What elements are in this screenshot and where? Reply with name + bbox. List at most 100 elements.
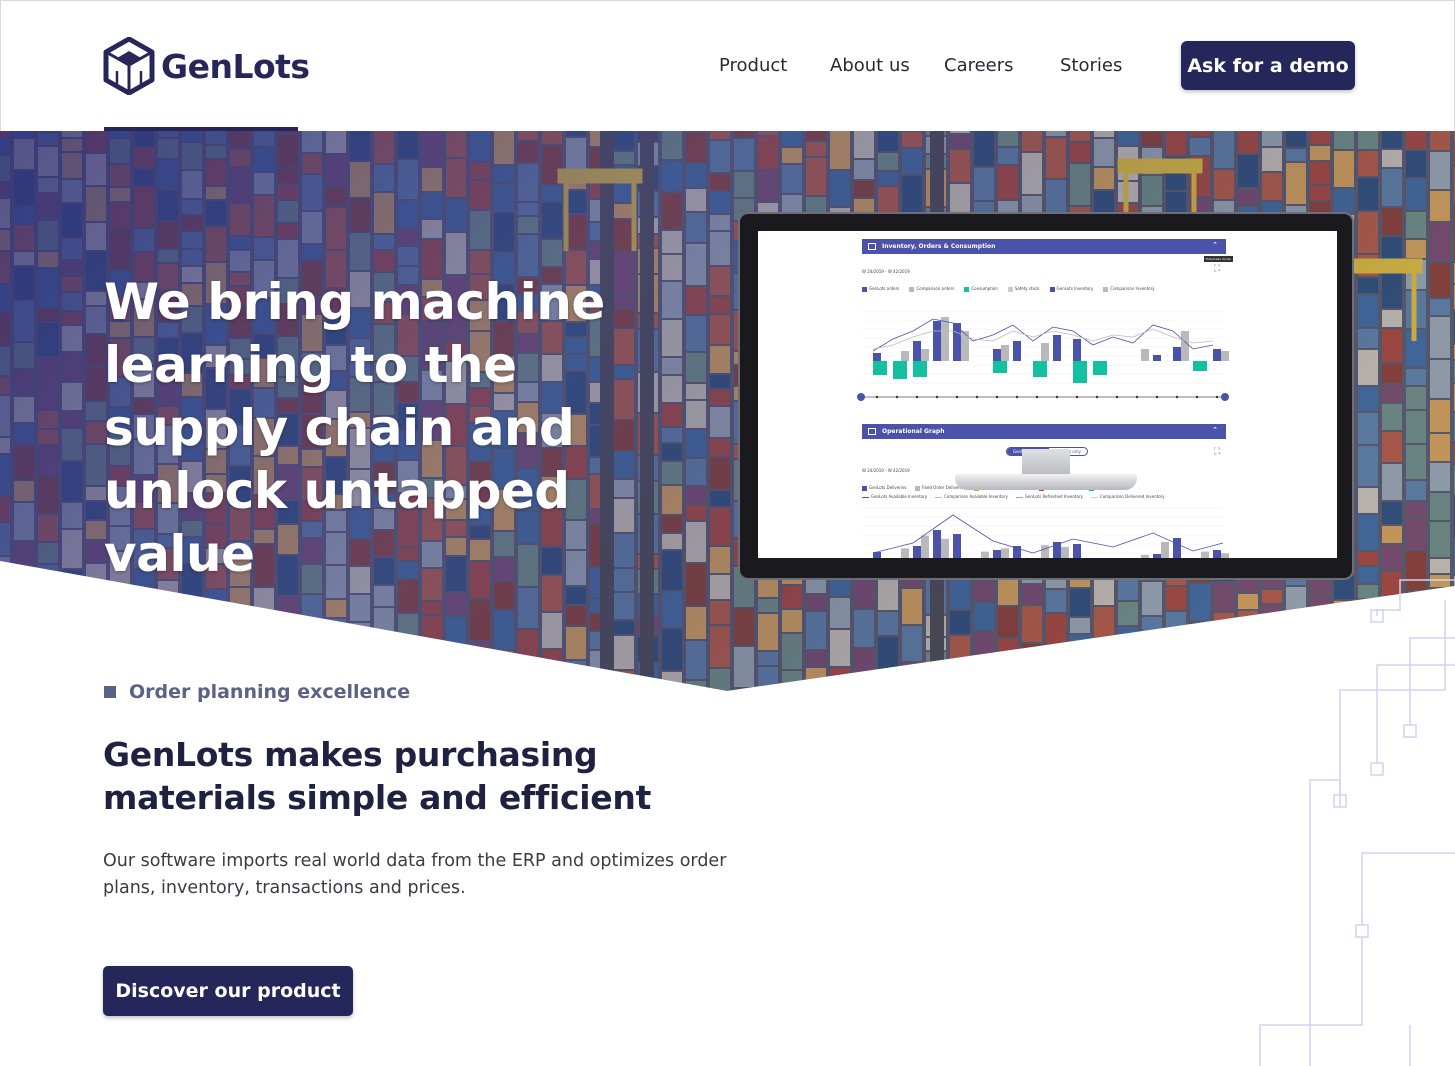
panel-title-2: Operational Graph bbox=[882, 428, 945, 435]
bar bbox=[941, 538, 949, 558]
bar bbox=[873, 353, 881, 361]
nav-about-us[interactable]: About us bbox=[830, 55, 910, 76]
chart-legend-3: GenLots Available Inventory Comparison Av… bbox=[862, 494, 1165, 499]
bar bbox=[1041, 343, 1049, 361]
bar bbox=[1193, 361, 1207, 371]
legend-item[interactable]: Consumption bbox=[964, 286, 998, 292]
date-range-2[interactable]: W 24/2019 - W 42/2019 bbox=[862, 468, 910, 473]
legend-item[interactable]: GenLots Deliveries bbox=[862, 485, 907, 491]
legend-item[interactable]: GenLots Refreshed Inventory bbox=[1015, 494, 1083, 499]
bar bbox=[933, 321, 941, 361]
scroll-right-icon bbox=[1221, 393, 1229, 401]
dashboard-panel-header-2[interactable]: Operational Graph ⌃ bbox=[862, 424, 1226, 439]
inventory-chart bbox=[857, 310, 1229, 401]
hero-section: We bring machine learning to the supply … bbox=[0, 131, 1455, 691]
bar bbox=[1221, 553, 1229, 558]
legend-swatch bbox=[909, 286, 915, 292]
nav-product[interactable]: Product bbox=[719, 55, 787, 76]
bar bbox=[1173, 347, 1181, 361]
bar bbox=[901, 548, 909, 558]
legend-label: GenLots Refreshed Inventory bbox=[1024, 494, 1083, 499]
legend-swatch bbox=[862, 496, 869, 498]
discover-product-button[interactable]: Discover our product bbox=[103, 966, 353, 1016]
legend-label: Comparison orders bbox=[916, 286, 955, 291]
timeline-dot bbox=[1195, 395, 1199, 399]
bar bbox=[921, 535, 929, 558]
bar bbox=[1173, 538, 1181, 558]
fullscreen-icon-2[interactable]: ⛶ bbox=[1214, 447, 1220, 457]
bar bbox=[1201, 551, 1209, 558]
legend-item[interactable]: Comparison Available Inventory bbox=[935, 494, 1008, 499]
legend-swatch bbox=[1090, 496, 1098, 498]
dashboard-panel-header[interactable]: Inventory, Orders & Consumption ⌃ bbox=[862, 239, 1226, 254]
bar bbox=[913, 546, 921, 558]
legend-item[interactable]: Comparison Inventory bbox=[1103, 286, 1155, 292]
legend-swatch bbox=[862, 485, 867, 491]
eyebrow: Order planning excellence bbox=[104, 681, 410, 703]
collapse-icon[interactable]: ⌃ bbox=[1212, 241, 1218, 249]
nav-stories[interactable]: Stories bbox=[1060, 55, 1122, 76]
bar bbox=[993, 550, 1001, 558]
legend-label: GenLots Inventory bbox=[1056, 286, 1094, 291]
legend-item[interactable]: Safety stock bbox=[1007, 286, 1040, 292]
bar bbox=[1073, 361, 1087, 383]
bar bbox=[1033, 361, 1047, 377]
bar bbox=[913, 341, 921, 361]
dashboard-screenshot: Inventory, Orders & Consumption ⌃ W 24/2… bbox=[758, 231, 1337, 558]
collapse-icon-2[interactable]: ⌃ bbox=[1212, 426, 1218, 434]
bar bbox=[921, 349, 929, 361]
bar bbox=[901, 351, 909, 361]
legend-item[interactable]: GenLots orders bbox=[862, 286, 899, 292]
date-range[interactable]: W 24/2019 - W 42/2019 bbox=[862, 269, 910, 274]
legend-swatch bbox=[862, 286, 867, 292]
timeline-dot bbox=[915, 395, 919, 399]
legend-label: GenLots orders bbox=[869, 286, 900, 291]
timeline-dot bbox=[995, 395, 999, 399]
legend-swatch bbox=[964, 286, 970, 292]
timeline-dot bbox=[1115, 395, 1119, 399]
site-header: GenLots Product About us Careers Stories… bbox=[0, 0, 1455, 131]
bar bbox=[1001, 345, 1009, 361]
eyebrow-text: Order planning excellence bbox=[129, 681, 411, 703]
bar bbox=[1141, 554, 1149, 558]
bar bbox=[1073, 339, 1081, 361]
legend-label: GenLots Available Inventory bbox=[871, 494, 928, 499]
bar bbox=[1073, 544, 1081, 558]
legend-item[interactable]: GenLots Available Inventory bbox=[862, 494, 927, 499]
bar bbox=[1061, 546, 1069, 558]
bar bbox=[993, 349, 1001, 361]
panel-title: Inventory, Orders & Consumption bbox=[882, 243, 996, 250]
bar bbox=[1013, 341, 1021, 361]
bar bbox=[1213, 349, 1221, 361]
bar bbox=[1041, 545, 1049, 558]
legend-label: Comparison Available Inventory bbox=[944, 494, 1008, 499]
timeline-dot bbox=[975, 395, 979, 399]
timeline-dot bbox=[875, 395, 879, 399]
operational-chart bbox=[863, 507, 1229, 558]
legend-item[interactable]: GenLots Inventory bbox=[1049, 286, 1094, 292]
legend-item[interactable]: Comparison Delivered Inventory bbox=[1090, 494, 1165, 499]
legend-swatch bbox=[935, 496, 943, 498]
map-icon bbox=[868, 428, 876, 435]
timeline-dot bbox=[1075, 395, 1079, 399]
scroll-left-icon bbox=[857, 393, 865, 401]
bar bbox=[953, 534, 961, 558]
monitor-stand-neck bbox=[1022, 449, 1070, 477]
fullscreen-icon[interactable]: ⛶ bbox=[1214, 264, 1220, 274]
bar bbox=[993, 361, 1007, 373]
timeline-dot bbox=[935, 395, 939, 399]
square-bullet-icon bbox=[104, 686, 116, 698]
bar bbox=[981, 551, 989, 558]
nav-careers[interactable]: Careers bbox=[944, 55, 1014, 76]
bar bbox=[933, 530, 941, 558]
legend-swatch bbox=[1103, 286, 1109, 292]
legend-swatch bbox=[1049, 286, 1055, 292]
bar bbox=[1153, 355, 1161, 361]
legend-swatch bbox=[1015, 496, 1023, 498]
section-description: Our software imports real world data fro… bbox=[103, 851, 727, 898]
monitor-frame: Inventory, Orders & Consumption ⌃ W 24/2… bbox=[738, 212, 1354, 580]
ask-for-demo-button[interactable]: Ask for a demo bbox=[1181, 41, 1355, 90]
legend-label: Consumption bbox=[971, 286, 998, 291]
bar bbox=[1161, 542, 1169, 558]
legend-item[interactable]: Comparison orders bbox=[909, 286, 954, 292]
